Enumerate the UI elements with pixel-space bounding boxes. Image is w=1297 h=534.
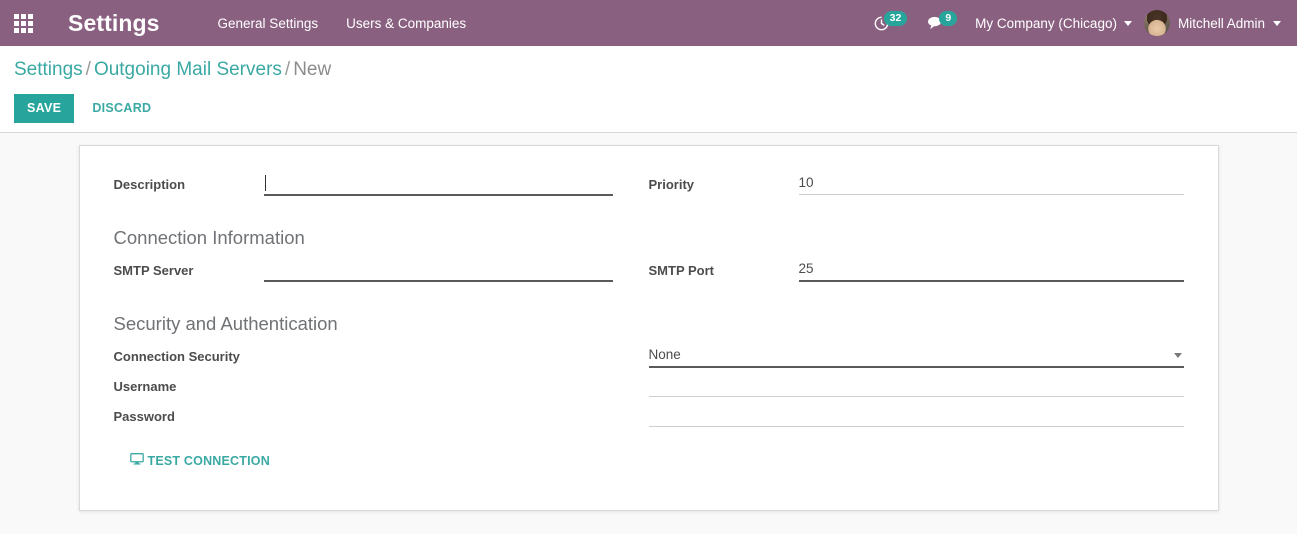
field-label-smtp-server: SMTP Server <box>113 263 194 278</box>
form-column-right: Priority <box>649 174 1184 204</box>
test-connection-label: TEST CONNECTION <box>147 453 270 468</box>
breadcrumb-separator: / <box>85 59 91 80</box>
field-label-connection-security: Connection Security <box>113 349 240 364</box>
field-description-row: Description <box>114 174 613 204</box>
test-connection-row: TEST CONNECTION <box>114 452 613 470</box>
field-connection-security-row: Connection Security <box>114 346 613 376</box>
form-row-group-security: Security and Authentication Connection S… <box>114 290 1184 470</box>
field-label-smtp-port: SMTP Port <box>648 263 715 278</box>
field-control-password <box>648 406 1184 427</box>
form-column-right: SMTP Port <box>649 204 1184 290</box>
user-menu[interactable]: Mitchell Admin <box>1140 10 1287 36</box>
field-control-smtp-server <box>263 260 613 282</box>
form-column-left: Description <box>114 174 649 204</box>
menu-item-general-settings[interactable]: General Settings <box>218 16 319 31</box>
company-name-label: My Company (Chicago) <box>975 15 1117 31</box>
field-priority-row: Priority <box>649 174 1184 204</box>
field-username-row: Username <box>114 376 613 406</box>
menu-item-users-and-companies[interactable]: Users & Companies <box>346 16 466 31</box>
section-title-connection-information: Connection Information <box>113 227 305 248</box>
form-sheet-background: Description Priority Connection Informat… <box>0 133 1297 534</box>
test-connection-button[interactable]: TEST CONNECTION <box>129 453 270 468</box>
field-label-username: Username <box>113 379 177 394</box>
priority-input[interactable] <box>798 174 1184 195</box>
form-row-group-top: Description Priority <box>114 174 1184 204</box>
chevron-down-icon <box>1123 20 1132 26</box>
form-column-left: Connection Information SMTP Server <box>114 204 649 290</box>
field-username-control-row <box>648 376 1184 406</box>
field-label-password: Password <box>113 409 175 424</box>
control-panel-buttons: SAVE DISCARD <box>0 94 1297 123</box>
messages-count-badge: 9 <box>939 10 958 26</box>
field-control-connection-security: NoneTLS (STARTTLS)SSL/TLS <box>648 346 1184 368</box>
avatar <box>1143 10 1170 36</box>
form-sheet: Description Priority Connection Informat… <box>78 145 1219 511</box>
form-column-right: NoneTLS (STARTTLS)SSL/TLS <box>648 290 1184 470</box>
field-control-smtp-port <box>798 260 1184 282</box>
app-brand-title[interactable]: Settings <box>68 10 160 37</box>
activity-menu-button[interactable]: 32 <box>864 10 918 31</box>
field-label-priority: Priority <box>648 177 695 192</box>
breadcrumb-item-settings[interactable]: Settings <box>14 59 83 80</box>
connection-security-select[interactable]: NoneTLS (STARTTLS)SSL/TLS <box>648 346 1184 368</box>
save-button[interactable]: SAVE <box>14 94 75 123</box>
field-smtp-port-row: SMTP Port <box>649 260 1184 290</box>
breadcrumb-separator: / <box>284 59 291 80</box>
monitor-icon <box>129 453 144 468</box>
control-panel: Settings / Outgoing Mail Servers / New SAVE … <box>0 46 1297 133</box>
user-name-label: Mitchell Admin <box>1177 15 1265 31</box>
text-cursor <box>264 175 266 191</box>
field-password-row: Password <box>114 406 613 436</box>
navbar-menu: General Settings Users & Companies <box>218 16 467 31</box>
password-input[interactable] <box>648 406 1184 427</box>
field-control-username <box>648 376 1184 397</box>
breadcrumb-item-current: New <box>293 59 332 80</box>
field-connection-security-control-row: NoneTLS (STARTTLS)SSL/TLS <box>648 346 1184 376</box>
smtp-server-input[interactable] <box>263 260 613 282</box>
form-row-group-connection: Connection Information SMTP Server SMTP … <box>114 204 1184 290</box>
company-switcher[interactable]: My Company (Chicago) <box>967 16 1140 31</box>
discard-button[interactable]: DISCARD <box>74 94 164 123</box>
navbar-systray: 32 9 My Company (Chicago) Mitchell Admin <box>864 0 1287 46</box>
chevron-down-icon <box>1273 20 1281 26</box>
breadcrumb: Settings / Outgoing Mail Servers / New <box>0 58 1297 82</box>
activity-count-badge: 32 <box>883 10 908 26</box>
username-input[interactable] <box>648 376 1184 397</box>
description-input[interactable] <box>263 174 613 196</box>
field-control-description <box>263 174 613 196</box>
messaging-menu-button[interactable]: 9 <box>917 10 967 31</box>
field-password-control-row <box>648 406 1184 436</box>
field-label-description: Description <box>113 177 186 192</box>
section-title-security-and-authentication: Security and Authentication <box>113 313 338 334</box>
apps-grid-icon <box>13 13 33 33</box>
smtp-port-input[interactable] <box>798 260 1184 282</box>
field-control-priority <box>798 174 1184 195</box>
field-smtp-server-row: SMTP Server <box>114 260 613 290</box>
top-navbar: Settings General Settings Users & Compan… <box>0 0 1297 46</box>
form-column-left: Security and Authentication Connection S… <box>114 290 649 470</box>
apps-menu-button[interactable] <box>6 0 40 46</box>
breadcrumb-item-outgoing-mail-servers[interactable]: Outgoing Mail Servers <box>94 59 282 80</box>
